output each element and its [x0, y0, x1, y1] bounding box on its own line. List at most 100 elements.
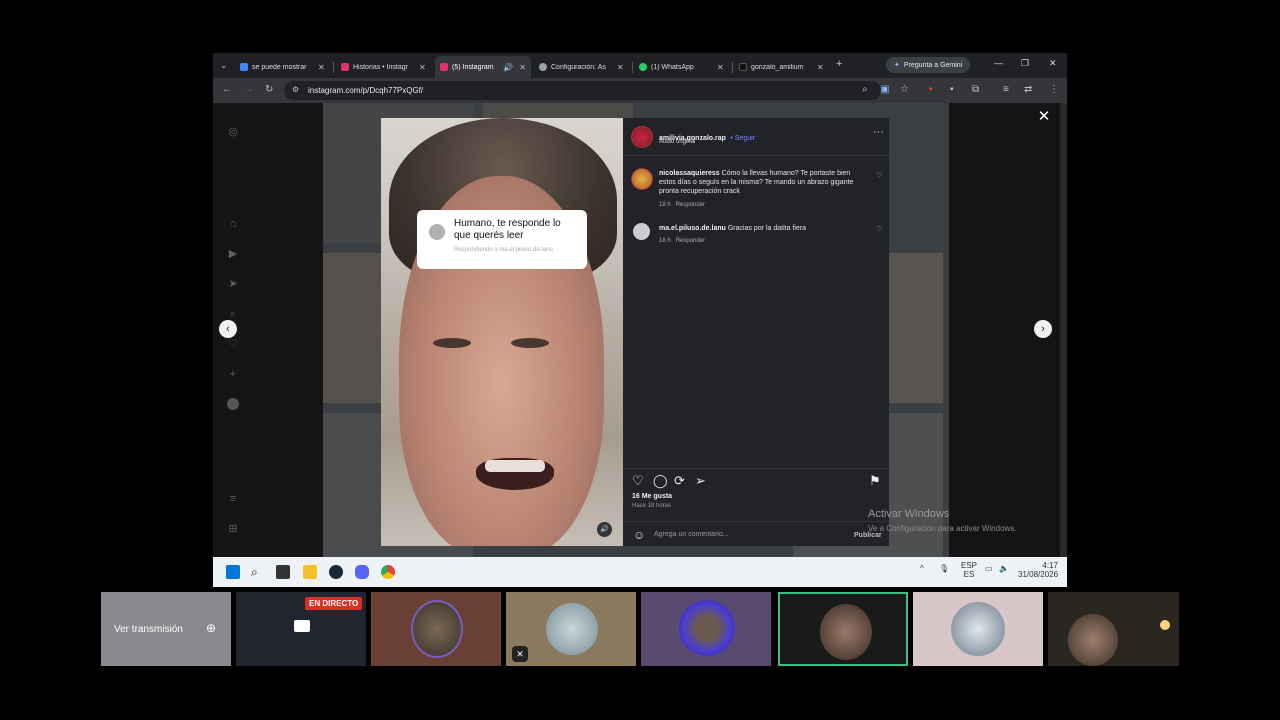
- participant-tile[interactable]: [371, 592, 501, 666]
- home-icon[interactable]: ⌂: [227, 218, 239, 230]
- extension-icon[interactable]: ▪: [929, 84, 933, 96]
- post-actions: ♡ ◯ ⟳ ➢ ⚑ 16 Me gusta Hace 18 horas ☺ Ag…: [623, 468, 889, 546]
- tab-title: (5) Instagram: [452, 63, 494, 71]
- bookmark-star-icon[interactable]: ☆: [900, 84, 909, 96]
- tab-5[interactable]: gonzalo_amilium ✕: [734, 56, 829, 78]
- commenter-avatar[interactable]: [631, 168, 653, 190]
- profile-avatar-icon[interactable]: [227, 398, 239, 410]
- previous-post-button[interactable]: ‹: [219, 320, 237, 338]
- tab-search-icon[interactable]: ⌄: [220, 59, 228, 71]
- tab-0[interactable]: se puede mostrar ✕: [235, 56, 331, 78]
- reel-video[interactable]: Humano, te responde lo que querés leer R…: [381, 118, 623, 546]
- start-icon[interactable]: [226, 565, 240, 579]
- tab-title: Historias • Instagr: [353, 63, 408, 71]
- emoji-icon[interactable]: ☺: [633, 528, 645, 542]
- chrome-icon[interactable]: [381, 565, 395, 579]
- gemini-button[interactable]: ✦ Pregunta a Gemini: [886, 57, 970, 73]
- profile-icon[interactable]: ⇄: [1024, 84, 1032, 96]
- close-tab-icon[interactable]: ✕: [318, 63, 325, 72]
- media-icon[interactable]: ≡: [1003, 84, 1009, 96]
- repost-icon[interactable]: ⟳: [674, 473, 685, 489]
- restore-icon[interactable]: ❐: [1021, 58, 1029, 69]
- close-tab-icon[interactable]: ✕: [617, 63, 624, 72]
- zoom-icon[interactable]: ⌕: [862, 84, 868, 96]
- reply-button[interactable]: Responder: [676, 238, 705, 244]
- tab-title: gonzalo_amilium: [751, 63, 804, 71]
- publish-button[interactable]: Publicar: [854, 532, 882, 539]
- back-icon[interactable]: ←: [222, 84, 232, 96]
- like-comment-icon[interactable]: ♡: [876, 225, 882, 233]
- language-indicator[interactable]: ESP ES: [961, 561, 977, 579]
- comment-time: 18 h: [659, 238, 671, 244]
- create-icon[interactable]: +: [227, 368, 239, 380]
- participant-tile[interactable]: ✕: [506, 592, 636, 666]
- scrollbar[interactable]: [1060, 103, 1067, 557]
- commenter-avatar[interactable]: [633, 223, 650, 240]
- comment-username[interactable]: ma.el.piluso.de.lanu: [659, 225, 726, 232]
- next-post-button[interactable]: ›: [1034, 320, 1052, 338]
- microphone-icon[interactable]: 🎙: [939, 564, 949, 573]
- post-time: Hace 18 horas: [632, 503, 672, 509]
- close-modal-icon[interactable]: ✕: [1036, 109, 1052, 125]
- follow-button[interactable]: • Seguir: [730, 135, 755, 142]
- forward-icon[interactable]: →: [244, 84, 254, 96]
- menu-icon[interactable]: ⋮: [1049, 84, 1059, 96]
- steam-icon[interactable]: [329, 565, 343, 579]
- reload-icon[interactable]: ↻: [265, 84, 273, 96]
- close-tab-icon[interactable]: ✕: [519, 63, 526, 72]
- participant-tile-speaking[interactable]: [778, 592, 908, 666]
- mute-toggle-icon[interactable]: 🔊: [597, 522, 612, 537]
- windows-taskbar: ⌕ ^ 🎙 ESP ES ▭ 🔈 4:17 31/08/2026: [213, 557, 1067, 587]
- comment-text: Gracias por la datita fiera: [727, 225, 807, 232]
- instagram-logo-icon[interactable]: ◎: [227, 126, 239, 138]
- tab-2-active[interactable]: (5) Instagram 🔊 ✕: [435, 56, 531, 78]
- author-avatar[interactable]: [631, 126, 653, 148]
- tray-chevron-icon[interactable]: ^: [920, 564, 924, 573]
- site-info-icon[interactable]: ⚙: [292, 85, 299, 94]
- watch-stream-icon[interactable]: ⊕: [206, 621, 216, 635]
- participant-tile[interactable]: [913, 592, 1043, 666]
- save-bookmark-icon[interactable]: ⚑: [869, 473, 881, 489]
- search-taskbar-icon[interactable]: ⌕: [251, 565, 265, 579]
- extensions-puzzle-icon[interactable]: ⧉: [972, 84, 979, 96]
- more-options-icon[interactable]: ···: [873, 126, 884, 138]
- volume-icon[interactable]: 🔈: [999, 564, 1009, 573]
- watch-stream-label[interactable]: Ver transmisión: [114, 624, 183, 635]
- apps-icon[interactable]: ⊞: [227, 523, 239, 535]
- participant-tile[interactable]: [1048, 592, 1179, 666]
- share-icon[interactable]: ➢: [695, 473, 706, 489]
- notifications-heart-icon[interactable]: ♡: [227, 338, 239, 350]
- like-comment-icon[interactable]: ♡: [876, 171, 882, 179]
- search-icon[interactable]: ⌕: [227, 308, 239, 320]
- task-view-icon[interactable]: [276, 565, 290, 579]
- clock[interactable]: 4:17 31/08/2026: [1018, 561, 1058, 579]
- close-window-icon[interactable]: ✕: [1049, 58, 1057, 69]
- like-icon[interactable]: ♡: [632, 473, 644, 489]
- minimize-icon[interactable]: —: [994, 58, 1003, 68]
- new-tab-icon[interactable]: +: [836, 58, 842, 70]
- participant-tile[interactable]: [641, 592, 771, 666]
- comment-icon[interactable]: ◯: [653, 473, 668, 489]
- audio-icon[interactable]: 🔊: [503, 63, 513, 72]
- tab-4[interactable]: (1) WhatsApp ✕: [634, 56, 729, 78]
- more-menu-icon[interactable]: ≡: [227, 493, 239, 505]
- messages-icon[interactable]: ➤: [227, 278, 239, 290]
- tab-1[interactable]: Historias • Instagr ✕: [336, 56, 431, 78]
- close-tab-icon[interactable]: ✕: [717, 63, 724, 72]
- comment-input[interactable]: Agrega un comentario...: [654, 531, 729, 538]
- video-frame-teeth: [485, 460, 545, 472]
- extension2-icon[interactable]: ▪: [950, 84, 954, 96]
- tab-3[interactable]: Configuración: As ✕: [534, 56, 629, 78]
- close-tab-icon[interactable]: ✕: [817, 63, 824, 72]
- reply-button[interactable]: Responder: [676, 202, 705, 208]
- audio-label[interactable]: Audio original: [659, 139, 695, 145]
- address-bar[interactable]: ⚙ instagram.com/p/Dcqh77PxQGf/: [284, 81, 881, 100]
- comment-username[interactable]: nicolassaquieress: [659, 170, 720, 177]
- file-explorer-icon[interactable]: [303, 565, 317, 579]
- cast-icon[interactable]: ▣: [880, 84, 889, 96]
- discord-icon[interactable]: [355, 565, 369, 579]
- likes-count[interactable]: 16 Me gusta: [632, 493, 672, 500]
- network-icon[interactable]: ▭: [985, 564, 993, 573]
- reels-icon[interactable]: ▶: [227, 248, 239, 260]
- close-tab-icon[interactable]: ✕: [419, 63, 426, 72]
